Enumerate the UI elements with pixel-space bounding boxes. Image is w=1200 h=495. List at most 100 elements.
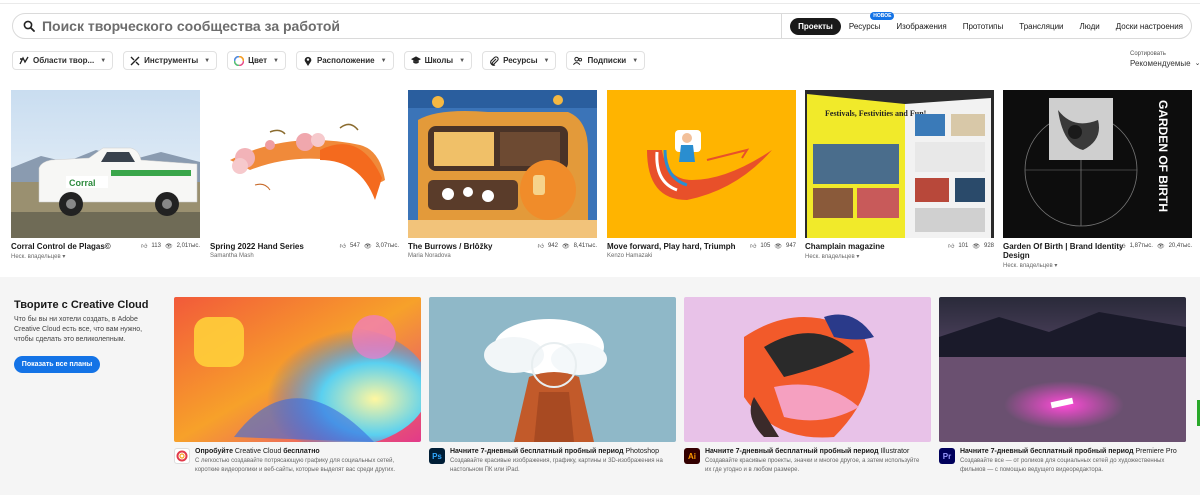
filter-bar: Области твор... ▼ Инструменты ▼ Цвет ▼ Расп…	[12, 51, 646, 70]
truck-logo-text: Corral	[69, 178, 96, 188]
sort-dropdown[interactable]: Рекомендуемые ⌄	[1130, 59, 1200, 68]
project-title[interactable]: Spring 2022 Hand Series	[210, 242, 342, 251]
tools-icon	[130, 56, 140, 66]
offer-title[interactable]: Начните 7-дневный бесплатный пробный пер…	[960, 448, 1180, 455]
filter-label: Подписки	[587, 56, 627, 65]
sort-value: Рекомендуемые	[1130, 59, 1191, 68]
project-card[interactable]: Spring 2022 Hand Series Samantha Mash 👍︎…	[210, 90, 399, 259]
offer-card-premiere[interactable]: Pr Начните 7-дневный бесплатный пробный …	[939, 297, 1186, 475]
offer-title-bold: Начните 7-дневный бесплатный пробный пер…	[960, 448, 1134, 455]
tab-projects[interactable]: Проекты	[790, 17, 841, 35]
tab-livestreams[interactable]: Трансляции	[1011, 18, 1071, 35]
offer-image[interactable]	[684, 297, 931, 442]
project-title[interactable]: Garden Of Birth | Brand Identity Design	[1003, 242, 1133, 260]
offer-image[interactable]	[429, 297, 676, 442]
magazine-headline: Festivals, Festivities and Fun!	[825, 109, 926, 118]
offer-title[interactable]: Начните 7-дневный бесплатный пробный пер…	[450, 448, 670, 455]
offer-title[interactable]: Опробуйте Creative Cloud бесплатно	[195, 448, 415, 455]
tab-label: Доски настроения	[1115, 21, 1183, 31]
project-title[interactable]: Move forward, Play hard, Triumph	[607, 242, 739, 251]
project-owner[interactable]: Неск. владельцев ▾	[1003, 262, 1192, 269]
project-thumbnail[interactable]	[210, 90, 399, 238]
graduation-cap-icon	[410, 56, 421, 66]
project-card[interactable]: Move forward, Play hard, Triumph Kenzo H…	[607, 90, 796, 259]
project-card[interactable]: The Burrows / Brlôžky Maria Noradova 👍︎ 9…	[408, 90, 597, 259]
likes-count: 113	[151, 243, 161, 249]
offer-card-photoshop[interactable]: Ps Начните 7-дневный бесплатный пробный …	[429, 297, 676, 475]
project-owner[interactable]: Samantha Mash	[210, 253, 399, 259]
search-input[interactable]	[41, 18, 768, 34]
offer-title-product: Photoshop	[623, 448, 659, 455]
filter-tools[interactable]: Инструменты ▼	[123, 51, 218, 70]
project-title[interactable]: The Burrows / Brlôžky	[408, 242, 540, 251]
offer-title[interactable]: Начните 7-дневный бесплатный пробный пер…	[705, 448, 925, 455]
search-bar: Проекты РесурсыНОВОЕ Изображения Прототи…	[12, 11, 1192, 39]
filter-color[interactable]: Цвет ▼	[227, 51, 286, 70]
project-title[interactable]: Champlain magazine	[805, 242, 937, 251]
filter-label: Инструменты	[144, 56, 199, 65]
creative-cloud-section: Творите с Creative Cloud Что бы вы ни хо…	[0, 277, 1200, 495]
people-icon	[573, 56, 583, 66]
tab-images[interactable]: Изображения	[888, 18, 954, 35]
thumbs-up-icon: 👍︎	[141, 244, 148, 250]
project-owner[interactable]: Неск. владельцев ▾	[11, 253, 200, 260]
likes-count: 101	[958, 243, 969, 249]
tab-moodboards[interactable]: Доски настроения	[1108, 18, 1191, 35]
project-thumbnail[interactable]	[607, 90, 796, 238]
location-pin-icon	[303, 56, 313, 66]
search-icon	[21, 17, 38, 35]
filter-schools[interactable]: Школы ▼	[403, 51, 473, 70]
offer-description: С легкостью создавайте потрясающую графи…	[195, 458, 396, 473]
filter-location[interactable]: Расположение ▼	[296, 51, 394, 70]
chevron-down-icon: ⌄	[1194, 60, 1200, 67]
tab-prototypes[interactable]: Прототипы	[955, 18, 1012, 35]
eye-icon: 👁︎	[774, 243, 782, 250]
offer-card-cc[interactable]: Опробуйте Creative Cloud бесплатно С лег…	[174, 297, 421, 475]
tab-label: Трансляции	[1019, 21, 1064, 31]
project-stats: 👍︎ 1,87тыс. 👁︎ 20,4тыс.	[1119, 242, 1192, 250]
chevron-down-icon: ▼	[204, 57, 211, 64]
project-stats: 👍︎ 942 👁︎ 8,41тыс.	[538, 242, 597, 250]
project-thumbnail[interactable]: GARDEN OF BIRTH	[1003, 90, 1192, 238]
project-title[interactable]: Corral Control de Plagas©	[11, 242, 143, 251]
views-count: 8,41тыс.	[573, 243, 597, 249]
project-owner[interactable]: Kenzo Hamazaki	[607, 253, 796, 259]
project-thumbnail[interactable]: Festivals, Festivities and Fun!	[805, 90, 994, 238]
offer-card-illustrator[interactable]: Ai Начните 7-дневный бесплатный пробный …	[684, 297, 931, 475]
tab-people[interactable]: Люди	[1072, 18, 1108, 35]
filter-creative-fields[interactable]: Области твор... ▼	[12, 51, 114, 70]
project-stats: 👍︎ 101 👁︎ 928	[948, 242, 994, 250]
project-stats: 👍︎ 113 👁︎ 2,01тыс.	[141, 242, 200, 250]
project-owner[interactable]: Maria Noradova	[408, 253, 597, 259]
project-card[interactable]: Festivals, Festivities and Fun! Champlai…	[805, 90, 994, 260]
filter-subscriptions[interactable]: Подписки ▼	[566, 51, 646, 70]
thumbs-up-icon: 👍︎	[750, 244, 757, 250]
paperclip-icon	[489, 55, 499, 66]
views-count: 2,01тыс.	[176, 243, 200, 249]
project-thumbnail[interactable]	[408, 90, 597, 238]
offer-title-product: Premiere Pro	[1133, 448, 1177, 455]
chevron-down-icon: ▼	[273, 57, 279, 64]
filter-label: Ресурсы	[503, 56, 538, 65]
offer-description: Создавайте красивые проекты, значки и мн…	[705, 458, 920, 473]
owner-name: Samantha Mash	[210, 253, 254, 259]
offer-title-product: Creative Cloud	[232, 448, 284, 455]
offer-title-bold: Опробуйте	[195, 448, 233, 455]
offer-image[interactable]	[939, 297, 1186, 442]
project-grid: Corral Corral Control de Plagas© Неск. в…	[11, 90, 1193, 270]
offer-image[interactable]	[174, 297, 421, 442]
sort-label: Сортировать	[1130, 51, 1166, 57]
offer-info: Pr Начните 7-дневный бесплатный пробный …	[939, 448, 1186, 475]
new-badge: НОВОЕ	[870, 11, 895, 20]
offer-info: Ai Начните 7-дневный бесплатный пробный …	[684, 448, 931, 475]
filter-resources[interactable]: Ресурсы ▼	[482, 51, 557, 70]
show-all-plans-button[interactable]: Показать все планы	[14, 356, 100, 373]
views-count: 20,4тыс.	[1168, 243, 1192, 249]
project-card[interactable]: Corral Corral Control de Plagas© Неск. в…	[11, 90, 200, 260]
tab-assets[interactable]: Ресурсы НОВОЕ	[841, 11, 895, 35]
project-owner[interactable]: Неск. владельцев ▾	[805, 253, 994, 260]
eye-icon: 👁︎	[561, 243, 570, 250]
cc-icon	[174, 448, 190, 464]
project-thumbnail[interactable]: Corral	[11, 90, 200, 238]
project-card[interactable]: GARDEN OF BIRTH Garden Of Birth | Brand …	[1003, 90, 1192, 269]
